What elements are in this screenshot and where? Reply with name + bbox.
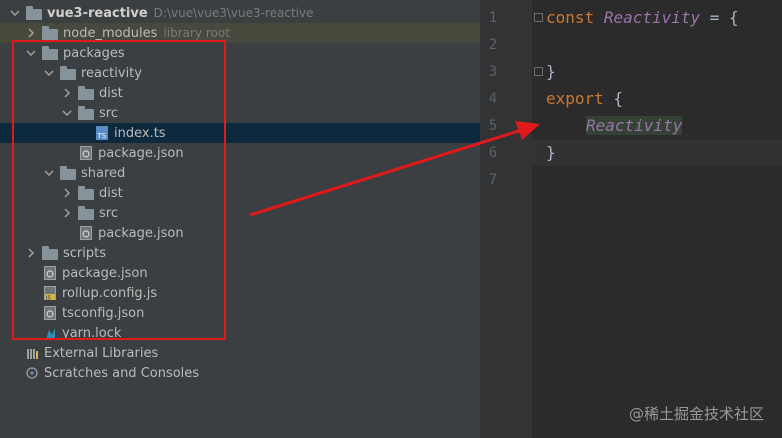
- chevron-down-icon[interactable]: [44, 168, 54, 178]
- folder-icon: [42, 246, 58, 260]
- chevron-right-icon[interactable]: [62, 208, 72, 218]
- tree-item-rollup-config[interactable]: JS rollup.config.js: [0, 283, 524, 303]
- code-line-4-rest: {: [603, 89, 624, 108]
- tree-item-scratches[interactable]: Scratches and Consoles: [0, 363, 506, 383]
- chevron-down-icon[interactable]: [44, 68, 54, 78]
- tree-item-reactivity-src[interactable]: src: [0, 103, 542, 123]
- code-line-4: export {: [546, 89, 623, 108]
- scratches-icon: [26, 366, 38, 381]
- folder-icon: [78, 206, 94, 220]
- line-number: 5: [488, 118, 498, 134]
- typescript-file-icon: TS: [96, 125, 108, 141]
- tree-item-reactivity-dist[interactable]: dist: [0, 83, 542, 103]
- tree-item-project-root[interactable]: vue3-reactive D:\vue\vue3\vue3-reactive: [0, 3, 490, 23]
- libraries-icon: [26, 346, 38, 361]
- project-root-path: D:\vue\vue3\vue3-reactive: [153, 6, 314, 20]
- identifier-reactivity: Reactivity: [603, 8, 701, 27]
- node-modules-label: node_modules: [63, 25, 158, 41]
- line-number: 3: [488, 64, 498, 80]
- json-file-icon: [44, 265, 56, 281]
- folder-icon: [26, 6, 42, 20]
- line-number: 4: [488, 91, 498, 107]
- code-line-1: const Reactivity = {: [546, 8, 739, 27]
- external-libraries-label: External Libraries: [44, 345, 159, 361]
- keyword-export: export: [546, 89, 604, 108]
- fold-marker-icon[interactable]: [534, 13, 543, 22]
- json-file-icon: [80, 145, 92, 161]
- tree-item-scripts[interactable]: scripts: [0, 243, 506, 263]
- tree-item-package-json[interactable]: package.json: [0, 263, 524, 283]
- code-line-3: }: [546, 62, 556, 81]
- yarn-icon: [44, 326, 56, 341]
- tree-item-shared-package-json[interactable]: package.json: [0, 223, 560, 243]
- project-tree-panel: vue3-reactive D:\vue\vue3\vue3-reactive …: [0, 0, 576, 438]
- tsconfig-label: tsconfig.json: [62, 305, 145, 321]
- dist-label: dist: [99, 85, 123, 101]
- chevron-right-icon[interactable]: [62, 188, 72, 198]
- package-json-label: package.json: [98, 145, 184, 161]
- package-json-label: package.json: [98, 225, 184, 241]
- line-number: 6: [488, 145, 498, 161]
- keyword-const: const: [546, 8, 595, 27]
- line-number: 7: [488, 172, 498, 188]
- folder-icon: [42, 46, 58, 60]
- index-ts-label: index.ts: [114, 125, 166, 141]
- packages-label: packages: [63, 45, 125, 61]
- tree-item-reactivity-package-json[interactable]: package.json: [0, 143, 560, 163]
- tree-item-shared[interactable]: shared: [0, 163, 524, 183]
- tree-item-node-modules[interactable]: node_modules library root: [0, 23, 506, 43]
- tree-item-tsconfig[interactable]: tsconfig.json: [0, 303, 524, 323]
- json-file-icon: [44, 305, 56, 321]
- shared-label: shared: [81, 165, 126, 181]
- code-line-5: Reactivity: [586, 116, 683, 135]
- chevron-down-icon[interactable]: [10, 8, 20, 18]
- chevron-right-icon[interactable]: [62, 88, 72, 98]
- scratches-label: Scratches and Consoles: [44, 365, 200, 381]
- reactivity-label: reactivity: [81, 65, 142, 81]
- javascript-file-icon: JS: [44, 285, 56, 301]
- chevron-right-icon[interactable]: [26, 28, 36, 38]
- svg-text:JS: JS: [45, 295, 51, 301]
- library-root-hint: library root: [163, 26, 230, 40]
- package-json-label: package.json: [62, 265, 148, 281]
- tree-item-external-libraries[interactable]: External Libraries: [0, 343, 506, 363]
- rollup-config-label: rollup.config.js: [62, 285, 158, 301]
- tree-item-yarn-lock[interactable]: yarn.lock: [0, 323, 524, 343]
- line-number: 2: [488, 37, 498, 53]
- chevron-down-icon[interactable]: [62, 108, 72, 118]
- chevron-down-icon[interactable]: [26, 48, 36, 58]
- tree-item-packages[interactable]: packages: [0, 43, 506, 63]
- yarn-lock-label: yarn.lock: [62, 325, 122, 341]
- svg-text:TS: TS: [97, 132, 107, 140]
- folder-icon: [60, 66, 76, 80]
- fold-marker-icon[interactable]: [534, 67, 543, 76]
- tree-item-shared-src[interactable]: src: [0, 203, 542, 223]
- tree-item-reactivity[interactable]: reactivity: [0, 63, 524, 83]
- src-label: src: [99, 205, 118, 221]
- code-line-1-rest: = {: [700, 8, 739, 27]
- dist-label: dist: [99, 185, 123, 201]
- watermark: @稀土掘金技术社区: [628, 405, 764, 423]
- tree-item-shared-dist[interactable]: dist: [0, 183, 542, 203]
- code-line-6: }: [546, 143, 556, 162]
- folder-icon: [78, 106, 94, 120]
- folder-icon: [42, 26, 58, 40]
- chevron-right-icon[interactable]: [26, 248, 36, 258]
- json-file-icon: [80, 225, 92, 241]
- current-line-highlight: [532, 140, 782, 166]
- code-editor[interactable]: 1 2 3 4 5 6 7 const Reactivity = { } exp…: [480, 0, 782, 438]
- line-number: 1: [488, 10, 498, 26]
- folder-icon: [60, 166, 76, 180]
- src-label: src: [99, 105, 118, 121]
- folder-icon: [78, 86, 94, 100]
- identifier-reactivity-export: Reactivity: [586, 116, 683, 135]
- folder-icon: [78, 186, 94, 200]
- scripts-label: scripts: [63, 245, 106, 261]
- project-root-name: vue3-reactive: [47, 5, 148, 21]
